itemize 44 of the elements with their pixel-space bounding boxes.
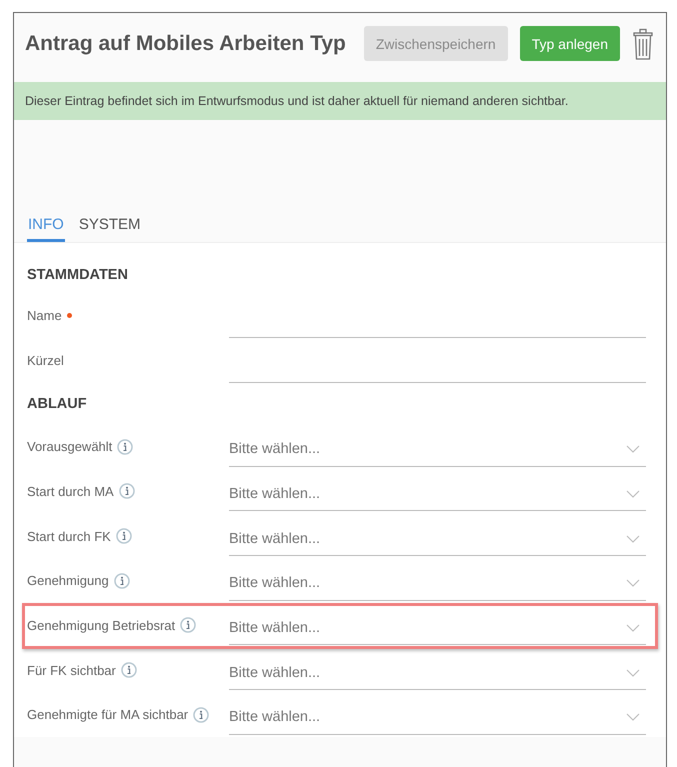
select-placeholder: Bitte wählen... bbox=[229, 441, 320, 458]
chevron-down-icon bbox=[626, 713, 640, 722]
select-field[interactable]: Bitte wählen... bbox=[229, 656, 646, 690]
info-icon[interactable] bbox=[180, 617, 196, 634]
select-placeholder: Bitte wählen... bbox=[229, 530, 320, 547]
field-label: Für FK sichtbar bbox=[27, 662, 116, 678]
chevron-down-icon bbox=[626, 668, 640, 677]
chevron-down-icon bbox=[626, 445, 640, 454]
chevron-down-icon bbox=[626, 624, 640, 632]
select-field[interactable]: Bitte wählen... bbox=[229, 611, 646, 646]
select-placeholder: Bitte wählen... bbox=[229, 664, 320, 681]
field-label: Vorausgewählt bbox=[27, 439, 112, 454]
select-field[interactable]: Bitte wählen... bbox=[229, 477, 646, 512]
page-title: Antrag auf Mobiles Arbeiten Typ bbox=[25, 32, 347, 56]
section-heading: STAMMDATEN bbox=[27, 267, 129, 283]
chevron-down-icon bbox=[626, 490, 640, 498]
info-icon[interactable] bbox=[118, 483, 135, 500]
select-placeholder: Bitte wählen... bbox=[229, 709, 320, 726]
section-heading: ABLAUF bbox=[27, 396, 88, 412]
create-button[interactable]: Typ anlegen bbox=[520, 26, 620, 61]
info-icon[interactable] bbox=[117, 438, 134, 455]
trash-icon[interactable] bbox=[632, 28, 654, 60]
select-field[interactable]: Bitte wählen... bbox=[229, 432, 646, 467]
select-field[interactable]: Bitte wählen... bbox=[229, 566, 646, 601]
field-label: Genehmigung bbox=[27, 573, 109, 588]
select-placeholder: Bitte wählen... bbox=[229, 620, 320, 636]
chevron-down-icon bbox=[626, 534, 640, 543]
info-icon[interactable] bbox=[193, 706, 210, 723]
field-label: Name bbox=[27, 308, 62, 323]
select-field[interactable]: Bitte wählen... bbox=[229, 522, 646, 556]
draft-notice-banner: Dieser Eintrag befindet sich im Entwurfsmodus und ist daher aktuell für niemand anderen sichtbar. bbox=[14, 82, 666, 120]
info-icon[interactable] bbox=[120, 662, 137, 678]
field-label: Genehmigung Betriebsrat bbox=[27, 618, 176, 633]
select-placeholder: Bitte wählen... bbox=[229, 486, 320, 502]
select-placeholder: Bitte wählen... bbox=[229, 575, 320, 592]
select-field[interactable]: Bitte wählen... bbox=[229, 700, 646, 735]
field-label: Kürzel bbox=[27, 352, 64, 368]
field-label: Start durch MA bbox=[27, 484, 114, 499]
info-icon[interactable] bbox=[114, 572, 130, 589]
field-label: Genehmigte für MA sichtbar bbox=[27, 707, 188, 722]
tab[interactable]: SYSTEM bbox=[78, 216, 142, 242]
field-label: Start durch FK bbox=[27, 528, 111, 544]
chevron-down-icon bbox=[626, 579, 640, 588]
info-icon[interactable] bbox=[116, 528, 132, 544]
